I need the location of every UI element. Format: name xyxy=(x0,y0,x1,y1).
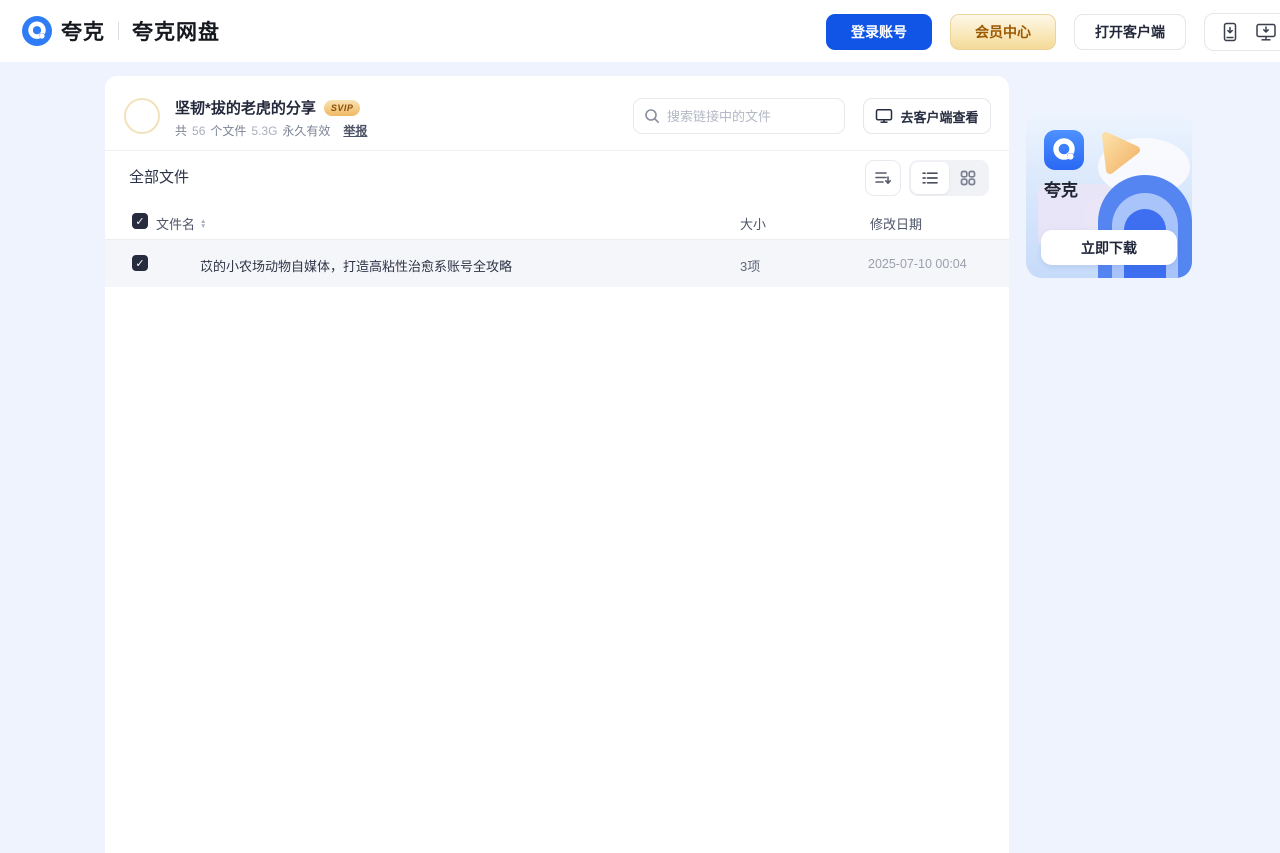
name-sort-arrows[interactable]: ▲ ▼ xyxy=(200,218,207,230)
file-search-box[interactable] xyxy=(633,98,845,134)
view-in-client-label: 去客户端查看 xyxy=(900,109,979,125)
search-icon xyxy=(644,108,660,124)
list-view-icon xyxy=(922,171,938,185)
share-meta-unit: 个文件 xyxy=(210,124,247,138)
checkbox-check-icon: ✓ xyxy=(135,257,145,270)
checkbox-check-icon: ✓ xyxy=(135,215,145,228)
desktop-download-icon[interactable] xyxy=(1255,21,1277,43)
share-content-card: 坚韧*拔的老虎的分享 SVIP 共 56 个文件 5.3G 永久有效 举报 去客… xyxy=(105,76,1009,853)
search-input[interactable] xyxy=(667,108,843,124)
top-bar: 夸克 夸克网盘 登录账号 会员中心 打开客户端 xyxy=(0,0,1280,62)
share-validity: 永久有效 xyxy=(282,124,331,138)
download-apps-group xyxy=(1204,13,1280,51)
sharer-avatar xyxy=(124,98,160,134)
quark-logo-icon xyxy=(22,16,52,46)
open-client-button[interactable]: 打开客户端 xyxy=(1074,14,1186,50)
view-mode-toggle xyxy=(909,160,989,196)
download-now-button[interactable]: 立即下载 xyxy=(1041,230,1177,265)
row-checkbox[interactable]: ✓ xyxy=(132,255,148,271)
column-header-name: 文件名 ▲ ▼ xyxy=(156,214,206,233)
list-view-button[interactable] xyxy=(911,162,949,194)
brand-divider xyxy=(118,22,119,40)
share-total-size: 5.3G xyxy=(251,123,278,138)
brand: 夸克 夸克网盘 xyxy=(22,0,220,62)
member-center-button[interactable]: 会员中心 xyxy=(950,14,1056,50)
monitor-icon xyxy=(875,108,893,124)
svip-badge: SVIP xyxy=(323,99,361,116)
file-date: 2025-07-10 00:04 xyxy=(868,257,967,271)
file-name[interactable]: 苡的小农场动物自媒体，打造高粘性治愈系账号全攻略 xyxy=(200,256,512,275)
grid-view-button[interactable] xyxy=(949,162,987,194)
brand-name: 夸克 xyxy=(61,21,105,44)
grid-view-icon xyxy=(960,170,976,186)
login-button[interactable]: 登录账号 xyxy=(826,14,932,50)
brand-product-name: 夸克网盘 xyxy=(132,21,220,44)
select-all-checkbox[interactable]: ✓ xyxy=(132,213,148,229)
all-files-title: 全部文件 xyxy=(129,169,190,186)
sort-order-button[interactable] xyxy=(865,160,901,196)
app-download-promo-card[interactable]: 夸克 立即下载 xyxy=(1026,112,1192,278)
topbar-actions: 登录账号 会员中心 打开客户端 xyxy=(826,13,1280,51)
share-meta-prefix: 共 xyxy=(175,124,188,138)
table-row[interactable]: ✓ 苡的小农场动物自媒体，打造高粘性治愈系账号全攻略 3项 2025-07-10… xyxy=(105,240,1009,287)
table-header: ✓ 文件名 ▲ ▼ 大小 修改日期 xyxy=(105,208,1009,238)
sort-icon xyxy=(874,170,892,186)
column-header-date: 修改日期 xyxy=(870,217,923,232)
section-divider xyxy=(105,150,1009,151)
column-header-size: 大小 xyxy=(740,217,767,232)
quark-app-icon xyxy=(1044,130,1084,170)
file-size: 3项 xyxy=(740,259,761,274)
view-in-client-button[interactable]: 去客户端查看 xyxy=(863,98,991,134)
caret-down-icon: ▼ xyxy=(200,222,207,230)
share-title: 坚韧*拔的老虎的分享 xyxy=(175,100,316,117)
share-file-count: 56 xyxy=(192,123,206,138)
mobile-download-icon[interactable] xyxy=(1219,21,1241,43)
share-meta: 共 56 个文件 5.3G 永久有效 举报 xyxy=(175,122,367,139)
report-link[interactable]: 举报 xyxy=(343,122,367,139)
share-title-row: 坚韧*拔的老虎的分享 SVIP xyxy=(175,97,361,118)
column-name-label: 文件名 xyxy=(156,217,196,232)
promo-app-name: 夸克 xyxy=(1044,181,1078,200)
